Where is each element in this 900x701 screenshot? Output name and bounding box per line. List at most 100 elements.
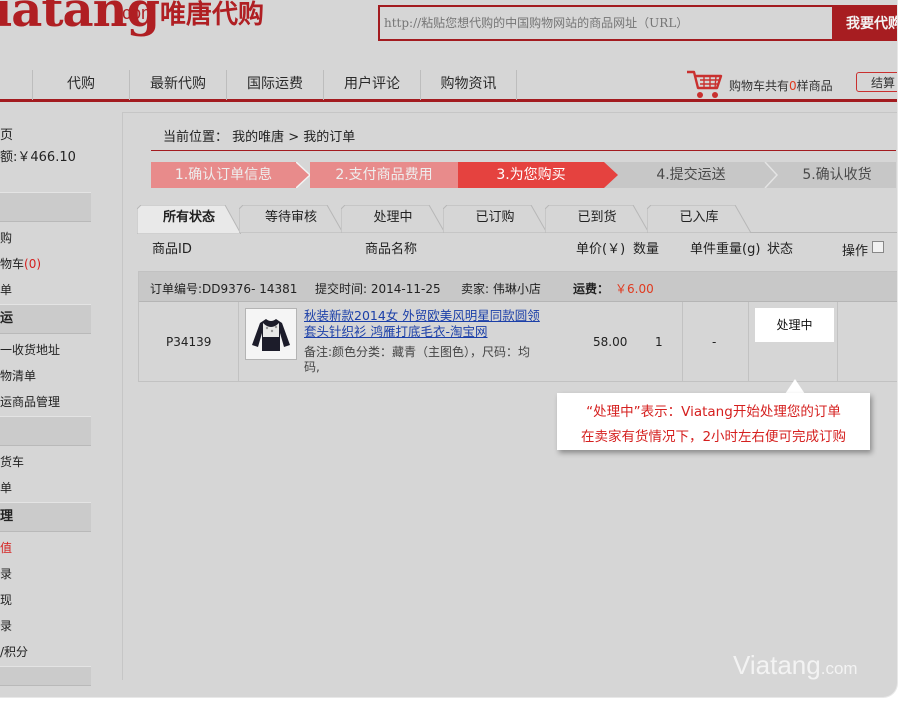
url-search-input[interactable] [384,11,824,35]
column-header-weight: 单件重量(g) [690,242,761,257]
watermark: Viatang.com [733,650,858,681]
tooltip-line-2: 在卖家有货情况下，2小时左右便可完成订购 [580,429,847,445]
cell-divider [837,302,838,382]
step-chevron-icon [296,162,310,188]
watermark-tld: .com [820,659,858,678]
cart-prefix: 购物车共有 [729,79,790,93]
order-number: 订单编号:DD9376- 14381 [150,282,298,296]
cell-divider [682,302,683,382]
purchase-button[interactable]: 我要代购 [832,5,897,41]
column-header-qty: 数量 [633,242,660,257]
sidebar-item-shipping-goods[interactable]: 运商品管理 [0,393,60,410]
column-header-status: 状态 [767,242,794,257]
tab-processing[interactable]: 处理中 [341,205,445,233]
cart-status-text: 购物车共有0样商品 [729,77,833,94]
step-purchase-active: 3.为您购买 [458,162,604,188]
header: iatang .com 唯唐代购 我要代购 [0,0,897,64]
tab-label: 处理中 [373,210,413,225]
order-block: 订单编号:DD9376- 14381 提交时间: 2014-11-25 卖家: … [138,271,897,382]
sidebar-item-purchase[interactable]: 购 [0,229,12,246]
sidebar-item-withdraw[interactable]: 现 [0,591,12,608]
step-chevron-icon [764,162,778,188]
sidebar-group-3 [0,416,91,446]
column-header-product-name: 商品名称 [365,242,418,257]
nav-item-shipping[interactable]: 国际运费 [226,70,323,100]
checkout-button[interactable]: 结算 [856,72,897,92]
column-header-product-id: 商品ID [152,242,192,257]
nav-item-news[interactable]: 购物资讯 [420,70,517,100]
logo-chinese-name: 唯唐代购 [160,0,265,30]
tooltip-line-1: “处理中”表示：Viatang开始处理您的订单 [586,404,841,420]
app-window: iatang .com 唯唐代购 我要代购 代购 最新代购 国际运费 用户评论 … [0,0,897,697]
sidebar-group-daigou [0,192,91,222]
order-progress-steps: 1.确认订单信息 2.支付商品费用 3.为您购买 4.提交运送 5.确认收货 [151,162,896,188]
step-ship: 4.提交运送 [618,162,764,188]
column-header-price: 单价(￥) [576,242,626,257]
shopping-cart-icon [687,70,723,98]
sidebar: 页 额:￥466.10 购 物车(0) 单 运 一收货地址 物清单 运商品管理 … [0,112,92,686]
sidebar-home-link[interactable]: 页 [0,124,13,143]
shipping-fee-value: ￥6.00 [615,282,654,296]
sidebar-item-orders[interactable]: 单 [0,281,12,298]
sidebar-item-address[interactable]: 一收货地址 [0,341,60,358]
cell-divider [748,302,749,382]
tab-arrived[interactable]: 已到货 [545,205,649,233]
tab-all-status[interactable]: 所有状态 [137,205,241,234]
logo-domain: .com [117,3,157,23]
step-confirm-order: 1.确认订单信息 [151,162,296,188]
step-confirm-receipt: 5.确认收货 [778,162,896,188]
sidebar-group-account: 理 [0,502,91,532]
sidebar-group-5 [0,666,91,686]
tab-label: 等待审核 [264,210,317,225]
nav-item-latest[interactable]: 最新代购 [129,70,226,100]
sidebar-item-records[interactable]: 录 [0,565,12,582]
status-tabs: 所有状态 等待审核 处理中 已订购 已到货 已入库 [137,205,897,234]
tab-pending-review[interactable]: 等待审核 [239,205,343,233]
nav-item-daigou[interactable]: 代购 [32,70,129,100]
sidebar-item-goods-cart[interactable]: 货车 [0,453,24,470]
nav-item-reviews[interactable]: 用户评论 [323,70,420,100]
divider [151,150,896,151]
tab-ordered[interactable]: 已订购 [443,205,547,233]
sidebar-cart-count: (0) [24,257,42,271]
status-tooltip: “处理中”表示：Viatang开始处理您的订单 在卖家有货情况下，2小时左右便可… [557,393,870,450]
order-status-badge[interactable]: 处理中 [755,308,834,342]
shipping-fee-label: 运费： [573,282,610,296]
step-chevron-icon [604,162,618,188]
sidebar-item-cart[interactable]: 物车(0) [0,255,41,272]
tab-label: 已到货 [577,210,617,225]
step-pay: 2.支付商品费用 [310,162,458,188]
sidebar-item-cart-label: 物车 [0,257,25,271]
breadcrumb: 当前位置： 我的唯唐 > 我的订单 [163,130,356,145]
product-weight: - [712,335,717,349]
select-all-checkbox[interactable] [872,241,884,253]
sidebar-group-shipping: 运 [0,304,91,334]
column-header-action: 操作 [842,244,869,259]
main-nav: 代购 最新代购 国际运费 用户评论 购物资讯 购物车共有0样商品 结算 [0,64,897,102]
sidebar-item-log[interactable]: 录 [0,617,12,634]
order-header: 订单编号:DD9376- 14381 提交时间: 2014-11-25 卖家: … [139,272,897,302]
tooltip-arrow [785,379,805,394]
product-price: 58.00 [593,335,628,349]
product-thumbnail[interactable] [245,308,297,360]
watermark-brand: Viatang [733,650,821,680]
tab-label: 已订购 [475,210,515,225]
product-remark: 备注:颜色分类：藏青（主图色），尺码：均码, [304,345,531,374]
sidebar-balance: 额:￥466.10 [0,150,76,165]
search-bar: 我要代购 [378,5,897,41]
product-title-link[interactable]: 秋装新款2014女 外贸欧美风明星同款圆领套头针织衫 鸿雁打底毛衣-淘宝网 [304,308,549,340]
product-id: P34139 [166,335,212,349]
order-submit-time: 提交时间: 2014-11-25 [315,282,441,296]
tab-label: 所有状态 [162,210,215,225]
sweater-image-icon [246,309,296,359]
sidebar-item-goods-orders[interactable]: 单 [0,479,12,496]
order-seller: 卖家: 伟琳小店 [461,282,541,296]
sidebar-item-points[interactable]: /积分 [0,643,28,660]
tab-stored[interactable]: 已入库 [647,205,751,233]
tab-label: 已入库 [679,210,719,225]
cart-suffix: 样商品 [796,79,833,93]
sidebar-item-recharge[interactable]: 值 [0,539,12,556]
sidebar-item-shipping-list[interactable]: 物清单 [0,367,36,384]
cell-divider [238,302,239,382]
product-qty: 1 [655,335,663,349]
